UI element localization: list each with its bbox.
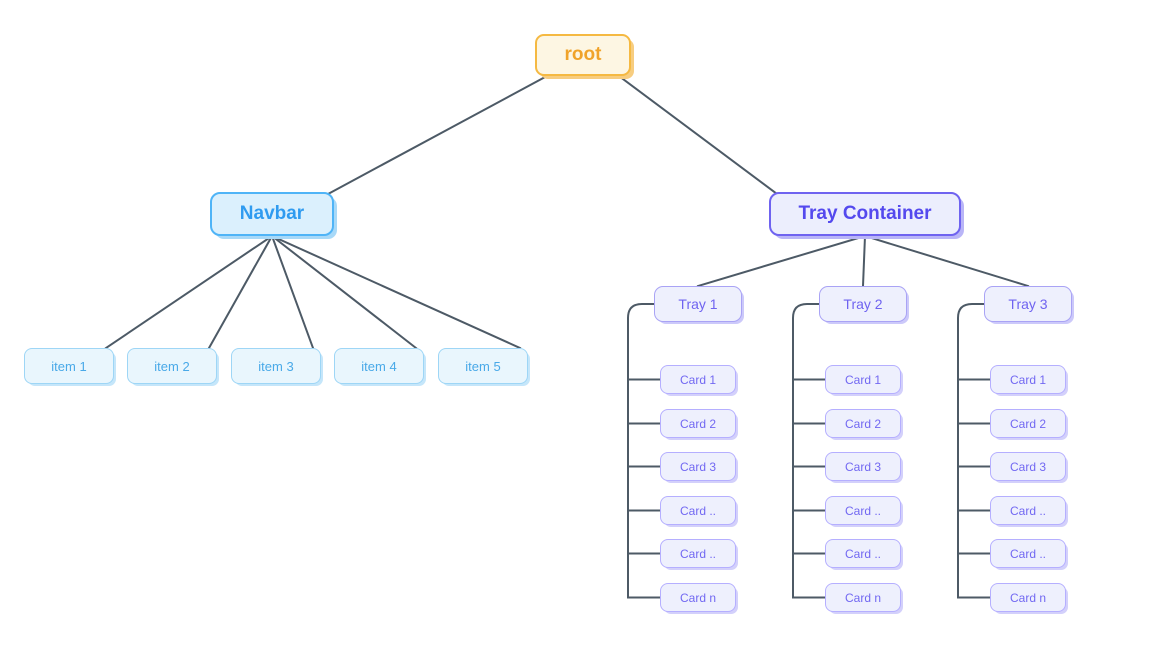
edge-tray-container-tray-2 xyxy=(861,234,867,288)
node-item-1-label: item 1 xyxy=(51,358,87,374)
node-root-label: root xyxy=(564,44,602,65)
node-tray-1-label: Tray 1 xyxy=(678,296,718,312)
node-tray-1-card-4[interactable]: Card .. xyxy=(660,496,736,525)
node-tray-2-card-2[interactable]: Card 2 xyxy=(825,409,901,438)
node-tray-1-card-2[interactable]: Card 2 xyxy=(660,409,736,438)
node-tray-1-card-1[interactable]: Card 1 xyxy=(660,365,736,394)
node-tray-1-card-3-label: Card 3 xyxy=(679,459,717,474)
node-tray-2[interactable]: Tray 2 xyxy=(819,286,907,322)
node-tray-1-card-6-label: Card n xyxy=(679,590,717,605)
node-root[interactable]: root xyxy=(535,34,631,76)
node-tray-1-card-5[interactable]: Card .. xyxy=(660,539,736,568)
node-item-5-label: item 5 xyxy=(465,358,501,374)
node-tray-1-card-3[interactable]: Card 3 xyxy=(660,452,736,481)
edge-navbar-item-5 xyxy=(270,234,522,350)
node-item-1[interactable]: item 1 xyxy=(24,348,114,384)
edge-navbar-item-1 xyxy=(104,234,274,350)
node-item-5[interactable]: item 5 xyxy=(438,348,528,384)
node-tray-2-card-1-label: Card 1 xyxy=(844,372,882,387)
edge-navbar-item-3 xyxy=(270,234,315,350)
node-tray-3-card-3[interactable]: Card 3 xyxy=(990,452,1066,481)
edge-tray-container-tray-1 xyxy=(696,234,867,288)
node-tray-3-card-6-label: Card n xyxy=(1009,590,1047,605)
node-tray-1-card-2-label: Card 2 xyxy=(679,416,717,431)
node-tray-2-card-5-label: Card .. xyxy=(844,546,881,561)
node-tray-3-card-4[interactable]: Card .. xyxy=(990,496,1066,525)
node-tray-1-card-4-label: Card .. xyxy=(679,503,716,518)
node-tray-3-card-5[interactable]: Card .. xyxy=(990,539,1066,568)
node-tray-2-card-6-label: Card n xyxy=(844,590,882,605)
node-item-4-label: item 4 xyxy=(361,358,397,374)
node-item-3[interactable]: item 3 xyxy=(231,348,321,384)
node-tray-2-card-2-label: Card 2 xyxy=(844,416,882,431)
edge-layer xyxy=(104,74,1030,599)
node-tray-2-card-6[interactable]: Card n xyxy=(825,583,901,612)
edge-navbar-item-4 xyxy=(270,234,418,350)
node-tray-2-card-3[interactable]: Card 3 xyxy=(825,452,901,481)
node-tray-1-card-1-label: Card 1 xyxy=(679,372,717,387)
node-tray-2-card-5[interactable]: Card .. xyxy=(825,539,901,568)
node-tray-3[interactable]: Tray 3 xyxy=(984,286,1072,322)
node-navbar[interactable]: Navbar xyxy=(210,192,334,236)
edge-root-tray-container xyxy=(617,74,779,196)
trunk-tray-2 xyxy=(792,303,820,599)
node-tray-container-label: Tray Container xyxy=(798,203,932,224)
node-navbar-label: Navbar xyxy=(239,203,305,224)
trunk-tray-3 xyxy=(957,303,985,599)
node-tray-3-card-3-label: Card 3 xyxy=(1009,459,1047,474)
node-tray-1[interactable]: Tray 1 xyxy=(654,286,742,322)
node-tray-3-card-1[interactable]: Card 1 xyxy=(990,365,1066,394)
edge-tray-container-tray-3 xyxy=(863,234,1030,288)
edge-navbar-item-2 xyxy=(207,234,274,350)
node-tray-1-card-6[interactable]: Card n xyxy=(660,583,736,612)
trunk-tray-1 xyxy=(627,303,655,599)
node-tray-3-card-2-label: Card 2 xyxy=(1009,416,1047,431)
node-tray-3-card-6[interactable]: Card n xyxy=(990,583,1066,612)
node-tray-1-card-5-label: Card .. xyxy=(679,546,716,561)
node-item-3-label: item 3 xyxy=(258,358,294,374)
node-tray-2-card-4-label: Card .. xyxy=(844,503,881,518)
node-tray-3-card-1-label: Card 1 xyxy=(1009,372,1047,387)
node-item-2-label: item 2 xyxy=(154,358,190,374)
node-item-4[interactable]: item 4 xyxy=(334,348,424,384)
node-tray-3-label: Tray 3 xyxy=(1008,296,1048,312)
node-tray-3-card-5-label: Card .. xyxy=(1009,546,1046,561)
diagram-canvas: root Navbar item 1 item 2 item 3 item 4 item 5… xyxy=(0,0,1156,665)
node-tray-2-card-1[interactable]: Card 1 xyxy=(825,365,901,394)
node-tray-3-card-2[interactable]: Card 2 xyxy=(990,409,1066,438)
node-tray-2-card-3-label: Card 3 xyxy=(844,459,882,474)
node-item-2[interactable]: item 2 xyxy=(127,348,217,384)
node-tray-2-card-4[interactable]: Card .. xyxy=(825,496,901,525)
node-tray-container[interactable]: Tray Container xyxy=(769,192,961,236)
node-tray-3-card-4-label: Card .. xyxy=(1009,503,1046,518)
edge-root-navbar xyxy=(326,74,549,196)
node-tray-2-label: Tray 2 xyxy=(843,296,883,312)
